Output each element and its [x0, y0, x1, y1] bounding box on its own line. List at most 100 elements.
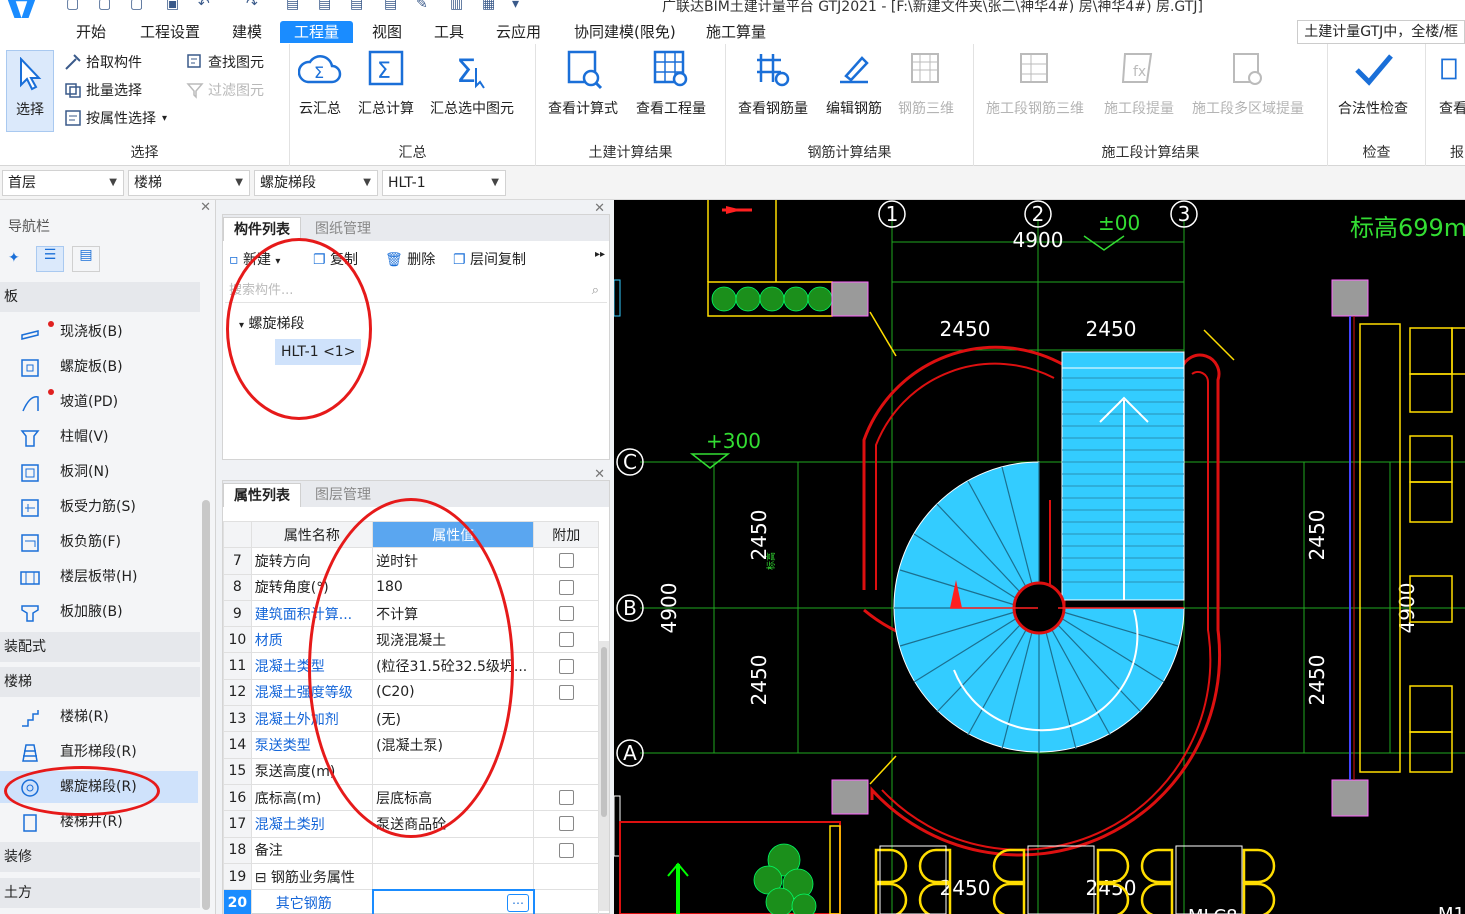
extra-checkbox[interactable] [558, 632, 574, 648]
floor-copy-button[interactable]: ❐ 层间复制 [453, 249, 526, 269]
select-by-attribute-button[interactable]: 按属性选择 ▾ [64, 108, 167, 128]
close-icon[interactable]: ✕ [594, 467, 605, 482]
property-value[interactable]: 不计算 [372, 599, 535, 628]
property-value[interactable] [372, 836, 535, 864]
extra-checkbox[interactable] [558, 606, 574, 622]
property-row[interactable]: 20 其它钢筋 ⋯ [223, 888, 599, 914]
nav-item-column-cap[interactable]: 柱帽(V) [0, 421, 198, 453]
extra-checkbox[interactable] [558, 684, 574, 700]
nav-item-slab-hole[interactable]: 板洞(N) [0, 456, 198, 488]
detail-view-icon[interactable]: ▤ [72, 246, 100, 272]
property-value[interactable]: 现浇混凝土 [372, 626, 535, 654]
tab-start[interactable]: 开始 [68, 21, 114, 43]
close-icon[interactable]: ✕ [200, 200, 211, 215]
property-row[interactable]: 11 混凝土类型 (粒径31.5砼32.5级坍... [223, 652, 599, 680]
select-button[interactable]: 选择 [6, 50, 54, 132]
nav-item-spiral-flight[interactable]: 螺旋梯段(R) [0, 771, 198, 803]
quick-access-tool1-icon[interactable]: ▤ [286, 0, 299, 12]
tab-cloud-apps[interactable]: 云应用 [488, 21, 549, 43]
cloud-summary-button[interactable]: Σ 云汇总 [298, 48, 342, 118]
drawing-canvas[interactable]: 1 2 3 C B A 4900 2450 2450 2450 2450 490… [614, 200, 1465, 914]
extra-checkbox[interactable] [558, 816, 574, 832]
property-value[interactable] [372, 862, 535, 891]
ellipsis-button-icon[interactable]: ⋯ [506, 893, 529, 912]
view-quantity-button[interactable]: 查看工程量 [636, 48, 706, 118]
tab-property-list[interactable]: 属性列表 [223, 483, 301, 507]
property-value[interactable]: 层底标高 [372, 783, 535, 812]
property-value[interactable]: 逆时针 [372, 547, 535, 575]
quick-access-open-icon[interactable]: ▢ [98, 0, 111, 12]
quick-access-tool3-icon[interactable]: ▤ [350, 0, 363, 12]
property-row[interactable]: 17 混凝土类别 泵送商品砼 [223, 810, 599, 838]
view-report-button[interactable]: 查看 [1438, 48, 1465, 118]
nav-item-slab-main-rebar[interactable]: 板受力筋(S) [0, 491, 198, 523]
extra-checkbox[interactable] [558, 842, 574, 858]
quick-access-save-icon[interactable]: ▣ [166, 0, 179, 12]
find-element-button[interactable]: 查找图元 [186, 52, 264, 72]
property-row[interactable]: 10 材质 现浇混凝土 [223, 626, 599, 654]
view-formula-button[interactable]: 查看计算式 [548, 48, 618, 118]
property-row[interactable]: 12 混凝土强度等级 (C20) [223, 678, 599, 707]
cad-drawing[interactable]: 1 2 3 C B A 4900 2450 2450 2450 2450 490… [614, 200, 1465, 914]
nav-item-stairwell[interactable]: 楼梯井(R) [0, 806, 198, 838]
property-value[interactable]: (无) [372, 705, 535, 733]
tab-modeling[interactable]: 建模 [224, 21, 270, 43]
quick-access-tool2-icon[interactable]: ▤ [318, 0, 331, 12]
new-component-button[interactable]: ▫ 新建 ▾ [229, 249, 280, 269]
tab-quantity[interactable]: 工程量 [280, 21, 354, 43]
quick-access-tool5-icon[interactable]: ▥ [450, 0, 463, 12]
property-row[interactable]: 8 旋转角度(°) 180 [223, 573, 599, 601]
tab-project-settings[interactable]: 工程设置 [132, 21, 208, 43]
property-row[interactable]: 19 ⊟ 钢筋业务属性 [223, 862, 599, 891]
property-row[interactable]: 13 混凝土外加剂 (无) [223, 705, 599, 733]
rebar-3d-button[interactable]: 钢筋三维 [898, 48, 954, 118]
tab-drawing-management[interactable]: 图纸管理 [305, 217, 381, 241]
pin-icon[interactable]: ✦ [8, 250, 20, 266]
tab-view[interactable]: 视图 [364, 21, 410, 43]
more-tools-icon[interactable]: ▸▸ [595, 249, 605, 260]
property-value[interactable]: 180 [372, 573, 535, 601]
floor-select[interactable]: 首层 ▼ [2, 170, 124, 196]
property-row[interactable]: 7 旋转方向 逆时针 [223, 547, 599, 575]
quick-access-more-icon[interactable]: ▾ [512, 0, 519, 12]
nav-item-spiral-slab[interactable]: 螺旋板(B) [0, 351, 198, 383]
property-row[interactable]: 16 底标高(m) 层底标高 [223, 783, 599, 812]
batch-select-button[interactable]: 批量选择 [64, 80, 142, 100]
nav-category-prefab[interactable]: 装配式 [0, 632, 200, 662]
view-rebar-button[interactable]: 查看钢筋量 [738, 48, 808, 118]
property-value[interactable]: (C20) [372, 678, 535, 707]
stage-rebar-3d-button[interactable]: 施工段钢筋三维 [986, 48, 1084, 118]
nav-item-cast-slab[interactable]: 现浇板(B) [0, 316, 198, 348]
nav-category-decoration[interactable]: 装修 [0, 842, 200, 872]
property-row[interactable]: 15 泵送高度(m) [223, 757, 599, 785]
tree-node-spiral-flight[interactable]: ▾ 螺旋梯段 [239, 313, 304, 333]
legality-check-button[interactable]: 合法性检查 [1338, 48, 1408, 118]
property-row[interactable]: 18 备注 [223, 836, 599, 864]
close-icon[interactable]: ✕ [594, 201, 605, 216]
extra-checkbox[interactable] [558, 790, 574, 806]
copy-component-button[interactable]: ❐ 复制 [313, 249, 358, 269]
component-type-select[interactable]: 螺旋梯段 ▼ [254, 170, 378, 196]
summary-calc-button[interactable]: Σ 汇总计算 [358, 48, 414, 118]
edit-rebar-button[interactable]: 编辑钢筋 [826, 48, 882, 118]
property-row[interactable]: 9 建筑面积计算... 不计算 [223, 599, 599, 628]
pick-component-button[interactable]: 拾取构件 [64, 52, 142, 72]
nav-item-straight-flight[interactable]: 直形梯段(R) [0, 736, 198, 768]
quick-access-edit-icon[interactable]: ✎ [416, 0, 428, 12]
quick-access-copy-icon[interactable]: ▢ [130, 0, 143, 12]
nav-item-ramp[interactable]: 坡道(PD) [0, 386, 198, 418]
extra-checkbox[interactable] [558, 553, 574, 569]
summary-selected-button[interactable]: Σ 汇总选中图元 [430, 48, 514, 118]
component-select[interactable]: HLT-1 ▼ [382, 170, 506, 196]
tab-component-list[interactable]: 构件列表 [223, 217, 301, 241]
delete-component-button[interactable]: 🗑 删除 [385, 249, 435, 269]
filter-element-button[interactable]: 过滤图元 [186, 80, 264, 100]
search-icon[interactable]: ⌕ [592, 279, 599, 303]
extra-checkbox[interactable] [558, 658, 574, 674]
nav-category-stairs[interactable]: 楼梯 [0, 667, 200, 697]
quick-access-tool4-icon[interactable]: ▤ [384, 0, 397, 12]
nav-item-slab-neg-rebar[interactable]: 板负筋(F) [0, 526, 198, 558]
multi-area-quantity-button[interactable]: 施工段多区域提量 [1192, 48, 1304, 118]
tab-construction-quantity[interactable]: 施工算量 [698, 21, 774, 43]
quick-access-tool6-icon[interactable]: ▦ [482, 0, 495, 12]
